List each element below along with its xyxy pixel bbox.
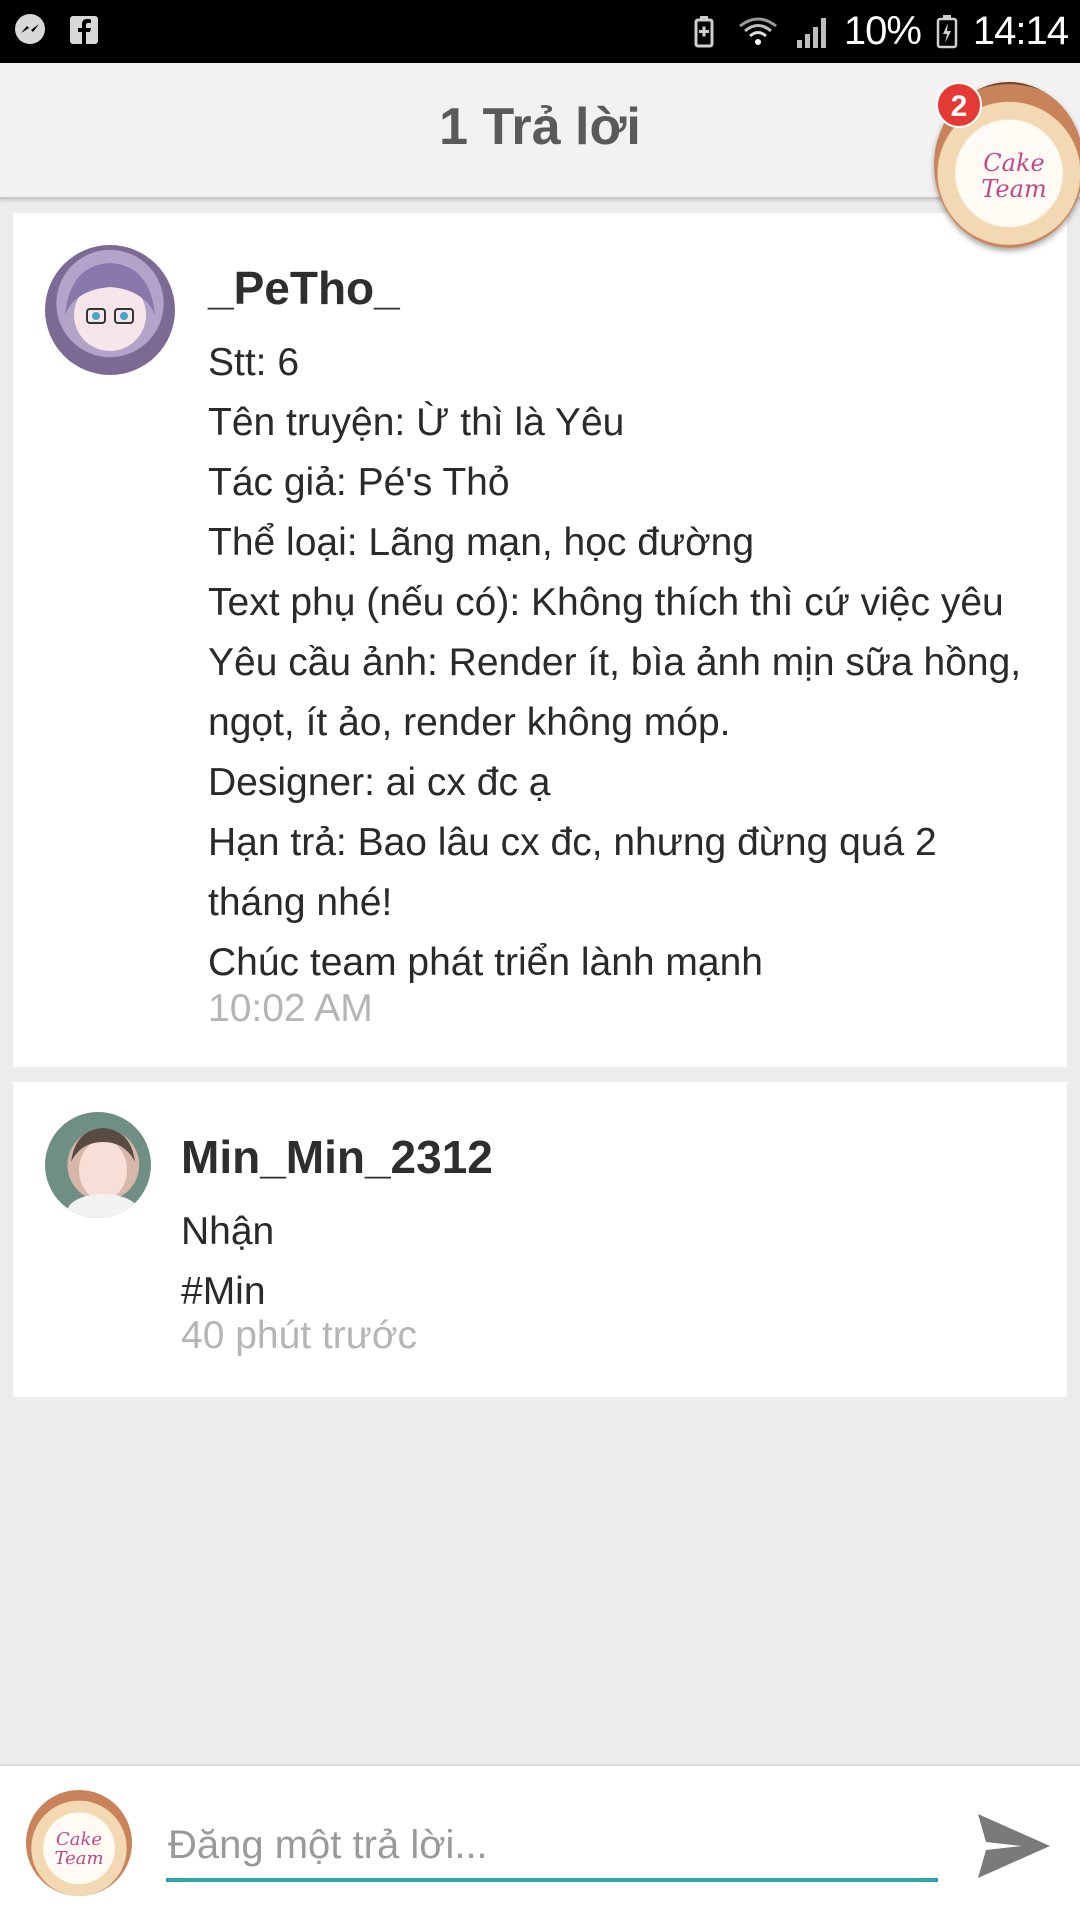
battery-icon — [936, 14, 958, 48]
photo-avatar-image — [67, 1128, 139, 1218]
status-left-icons — [12, 12, 102, 48]
message-line: Chúc team phát triển lành mạnh — [208, 941, 763, 984]
message-line: Stt: 6 — [208, 341, 300, 384]
timestamp: 40 phút trước — [181, 1314, 417, 1357]
chathead-bubble[interactable]: Cake Team 2 — [934, 82, 1080, 248]
chathead-logo-text: Cake Team — [981, 149, 1047, 203]
header: 1 Trả lời — [0, 63, 1080, 199]
message-body: Stt: 6 Tên truyện: Ừ thì là Yêu Tác giả:… — [208, 333, 1048, 993]
message-line: #Min — [181, 1270, 266, 1313]
wifi-icon — [738, 17, 777, 45]
notification-badge: 2 — [936, 82, 982, 128]
facebook-icon — [70, 16, 98, 44]
anime-avatar-image — [65, 263, 155, 351]
send-button[interactable] — [974, 1808, 1054, 1884]
message-line: Tên truyện: Ừ thì là Yêu — [208, 401, 625, 444]
avatar[interactable] — [45, 1112, 151, 1218]
message-line: Nhận — [181, 1210, 275, 1253]
status-bar: 10% 14:14 — [0, 0, 1080, 63]
status-right-icons: 10% 14:14 — [686, 0, 1069, 63]
reply-input[interactable] — [166, 1812, 938, 1882]
message-line: Yêu cầu ảnh: Render ít, bìa ảnh mịn sữa … — [208, 641, 1022, 684]
username[interactable]: _PeTho_ — [208, 261, 400, 315]
reply-composer: Cake Team — [0, 1764, 1080, 1920]
clock: 14:14 — [972, 9, 1069, 53]
message-line: Tác giả: Pé's Thỏ — [208, 461, 510, 504]
message-line: Text phụ (nếu có): Không thích thì cứ vi… — [208, 581, 1004, 624]
username[interactable]: Min_Min_2312 — [181, 1130, 493, 1184]
avatar-logo-text: Cake Team — [54, 1829, 104, 1869]
send-icon — [978, 1814, 1050, 1878]
signal-icon — [796, 17, 826, 48]
reply-card: _PeTho_ Stt: 6 Tên truyện: Ừ thì là Yêu … — [13, 213, 1067, 1067]
battery-saver-icon — [694, 15, 714, 47]
message-line: Designer: ai cx đc ạ — [208, 761, 551, 804]
message-line: ngọt, ít ảo, render không móp. — [208, 701, 731, 744]
message-line: Thể loại: Lãng mạn, học đường — [208, 521, 755, 564]
reply-card: Min_Min_2312 Nhận #Min 40 phút trước — [13, 1082, 1067, 1397]
timestamp: 10:02 AM — [208, 987, 373, 1030]
message-line: Hạn trả: Bao lâu cx đc, nhưng đừng quá 2 — [208, 821, 937, 864]
avatar[interactable] — [45, 245, 175, 375]
page-title: 1 Trả lời — [439, 98, 641, 156]
current-user-avatar: Cake Team — [26, 1790, 132, 1896]
messenger-icon — [15, 14, 45, 44]
message-body: Nhận #Min — [181, 1202, 1041, 1322]
battery-percentage: 10% — [843, 9, 922, 53]
message-line: tháng nhé! — [208, 881, 393, 924]
